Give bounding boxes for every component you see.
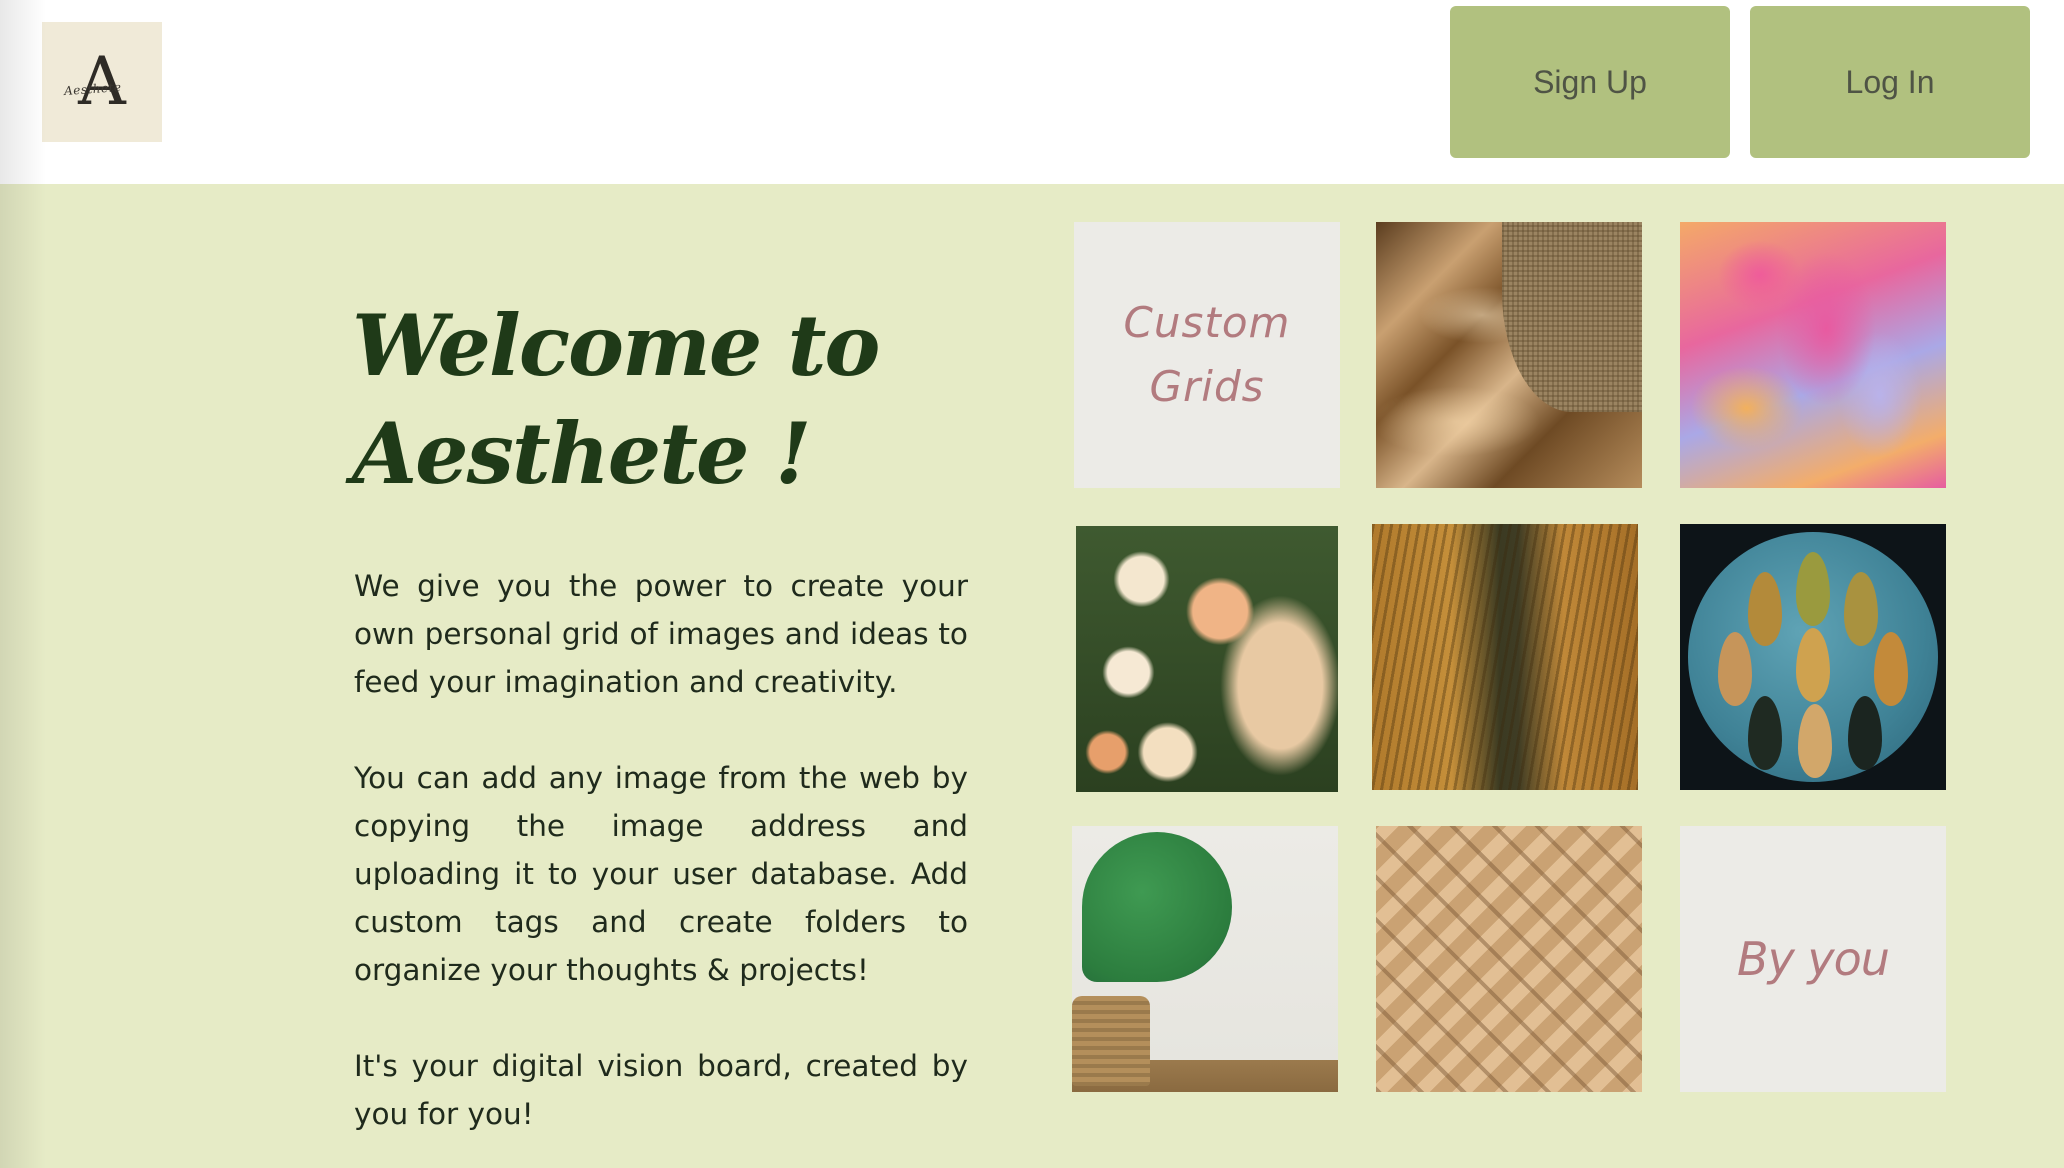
leaf-shape [1748, 572, 1782, 646]
log-in-button[interactable]: Log In [1750, 6, 2030, 158]
satin-burlap-image [1376, 222, 1642, 488]
leaf-shape [1798, 704, 1832, 778]
monstera-leaf [1082, 832, 1232, 982]
woven-texture-image [1376, 826, 1642, 1092]
wheat-field-image [1372, 524, 1638, 790]
leaf-shape [1748, 696, 1782, 770]
leaf-shape [1844, 572, 1878, 646]
welcome-heading: Welcome to Aesthete ! [352, 292, 912, 508]
marble-paint-image [1680, 222, 1946, 488]
sign-up-button[interactable]: Sign Up [1450, 6, 1730, 158]
welcome-heading-line1: Welcome to [352, 296, 880, 395]
logo[interactable]: A Aesthete [42, 22, 162, 142]
by-you-tile: By you [1680, 826, 1946, 1092]
leaf-shape [1848, 696, 1882, 770]
page: A Aesthete Sign Up Log In Welcome to Aes… [0, 0, 2064, 1168]
intro-paragraph-1: We give you the power to create your own… [354, 569, 968, 699]
blue-plate [1688, 532, 1938, 782]
intro-text: We give you the power to create your own… [354, 562, 968, 1168]
monstera-plant-image [1072, 826, 1338, 1092]
custom-grids-line1: Custom [1123, 298, 1291, 347]
by-you-text: By you [1737, 932, 1890, 986]
leaf-shape [1796, 552, 1830, 626]
leaves-plate-image [1680, 524, 1946, 790]
custom-grids-tile: Custom Grids [1074, 222, 1340, 488]
leaf-shape [1874, 632, 1908, 706]
leaf-shape [1718, 632, 1752, 706]
burlap-fabric-shape [1502, 222, 1642, 412]
intro-paragraph-3: It's your digital vision board, created … [354, 1049, 968, 1131]
hero-section: Welcome to Aesthete ! We give you the po… [0, 184, 2064, 1168]
flowers-hand-image [1076, 526, 1338, 792]
intro-paragraph-2: You can add any image from the web by co… [354, 761, 968, 987]
welcome-heading-line2: Aesthete ! [352, 404, 812, 503]
wicker-pot [1072, 996, 1150, 1086]
leaf-shape [1796, 628, 1830, 702]
custom-grids-line2: Grids [1149, 362, 1265, 411]
top-navbar: A Aesthete Sign Up Log In [0, 0, 2064, 184]
